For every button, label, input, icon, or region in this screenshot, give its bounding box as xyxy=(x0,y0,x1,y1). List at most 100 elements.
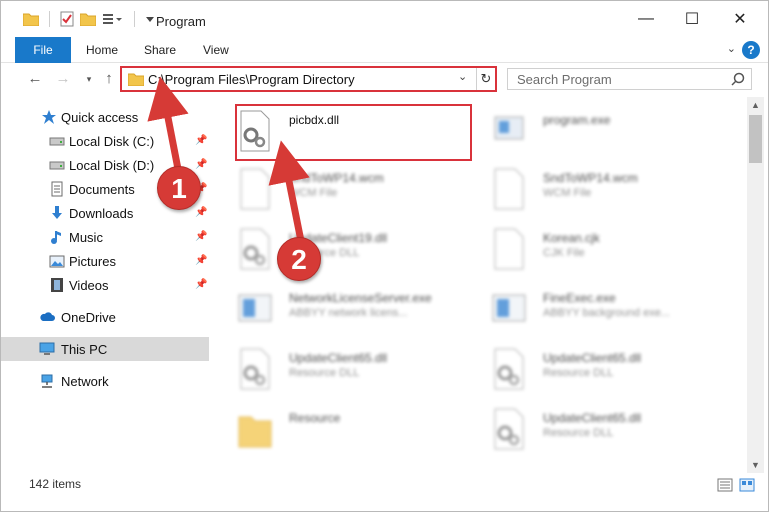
search-placeholder: Search Program xyxy=(517,72,612,87)
sidebar-item-this-pc[interactable]: This PC xyxy=(1,337,209,361)
cloud-icon xyxy=(40,312,55,321)
properties-icon[interactable] xyxy=(60,11,74,27)
list-item-resource-folder[interactable]: Resource xyxy=(219,401,459,455)
pin-icon: 📌 xyxy=(195,207,208,218)
search-input[interactable]: Search Program xyxy=(507,68,752,90)
file-name: Resource xyxy=(289,411,341,425)
blank-file-icon xyxy=(494,168,524,210)
minimize-button[interactable]: — xyxy=(623,1,669,37)
address-bar[interactable]: C:\Program Files\Program Directory ⌄ ↻ xyxy=(120,66,497,92)
list-item-korean-cjk[interactable]: Korean.cjk CJK File xyxy=(473,221,713,275)
computer-icon xyxy=(39,342,55,355)
file-type: Resource DLL xyxy=(289,367,360,379)
sidebar-item-label: OneDrive xyxy=(61,310,116,325)
maximize-icon: ☐ xyxy=(684,11,700,28)
tab-file[interactable]: File xyxy=(15,37,71,63)
file-highlight-box xyxy=(235,104,472,161)
tab-home[interactable]: Home xyxy=(74,37,130,63)
pin-icon: 📌 xyxy=(195,279,208,290)
search-icon[interactable] xyxy=(731,72,745,86)
step-marker-2: 2 xyxy=(277,237,321,281)
list-item-sndtowp14[interactable]: SndToWP14.wcm WCM File xyxy=(219,161,459,215)
help-icon[interactable]: ? xyxy=(742,41,760,59)
close-button[interactable]: ✕ xyxy=(717,1,763,37)
scroll-thumb[interactable] xyxy=(749,115,762,163)
star-icon xyxy=(42,110,56,124)
folder-icon[interactable] xyxy=(23,12,39,26)
documents-icon xyxy=(51,181,63,197)
sidebar-item-pictures[interactable]: Pictures 📌 xyxy=(1,249,209,273)
download-arrow-icon xyxy=(52,206,62,219)
scroll-up-icon[interactable]: ▲ xyxy=(747,97,764,113)
address-path[interactable]: C:\Program Files\Program Directory xyxy=(148,72,355,87)
step-marker-1: 1 xyxy=(157,166,201,210)
sidebar-item-label: Network xyxy=(61,374,109,389)
file-name: UpdateClient65.dll xyxy=(289,351,388,365)
vertical-scrollbar[interactable]: ▲ ▼ xyxy=(747,97,764,473)
file-name: SndToWP14.wcm xyxy=(543,171,638,185)
list-item-fineexec[interactable]: FineExec.exe ABBYY background exe... xyxy=(473,281,713,335)
new-folder-icon[interactable] xyxy=(80,12,96,26)
minimize-icon: — xyxy=(638,10,654,27)
file-type: Resource DLL xyxy=(543,427,614,439)
forward-button[interactable]: → xyxy=(53,69,73,89)
sidebar-item-quick-access[interactable]: Quick access xyxy=(1,105,209,129)
sidebar-item-label: Music xyxy=(69,230,103,245)
folder-icon xyxy=(128,73,144,86)
list-item-updateclient65[interactable]: UpdateClient65.dll Resource DLL xyxy=(219,341,459,395)
sidebar-item-network[interactable]: Network xyxy=(1,369,209,393)
scroll-down-icon[interactable]: ▼ xyxy=(747,457,764,473)
close-icon: ✕ xyxy=(733,11,747,28)
dll-gear-icon xyxy=(240,348,270,390)
tab-view[interactable]: View xyxy=(191,37,241,63)
list-item-updateclient65[interactable]: UpdateClient65.dll Resource DLL xyxy=(473,401,713,455)
sidebar-item-label: Local Disk (D:) xyxy=(69,158,155,173)
sidebar-item-label: This PC xyxy=(61,342,108,357)
expand-ribbon-icon[interactable]: ⌄ xyxy=(727,42,736,55)
sidebar-item-label: Pictures xyxy=(69,254,116,269)
sidebar-item-local-disk-c[interactable]: Local Disk (C:) 📌 xyxy=(1,129,209,153)
window-title: Program xyxy=(156,14,206,29)
sidebar-item-videos[interactable]: Videos 📌 xyxy=(1,273,209,297)
sidebar-item-label: Local Disk (C:) xyxy=(69,134,155,149)
list-item-updateclient19[interactable]: UpdateClient19.dll Resource DLL xyxy=(219,221,459,275)
file-explorer-window: Program — ☐ ✕ File Home Share View ⌄ ? ←… xyxy=(0,0,769,512)
dll-gear-icon xyxy=(494,348,524,390)
list-item-program-exe[interactable]: program.exe xyxy=(473,103,713,157)
exe-icon xyxy=(494,116,524,140)
file-type: WCM File xyxy=(289,187,338,199)
maximize-button[interactable]: ☐ xyxy=(669,1,715,37)
music-note-icon xyxy=(51,231,61,244)
tab-share[interactable]: Share xyxy=(132,37,188,63)
dll-gear-icon xyxy=(240,228,270,270)
tiles-view-icon[interactable] xyxy=(739,477,755,493)
file-type: ABBYY network licens... xyxy=(289,307,408,319)
list-item-updateclient65[interactable]: UpdateClient65.dll Resource DLL xyxy=(473,341,713,395)
file-name: program.exe xyxy=(543,113,611,127)
folder-icon xyxy=(238,416,272,448)
list-item-sndtowp14[interactable]: SndToWP14.wcm WCM File xyxy=(473,161,713,215)
pin-icon: 📌 xyxy=(195,231,208,242)
file-type: Resource DLL xyxy=(543,367,614,379)
list-item-networklicenseserver[interactable]: NetworkLicenseServer.exe ABBYY network l… xyxy=(219,281,459,335)
customize-toolbar-icon[interactable] xyxy=(102,12,124,26)
file-type: ABBYY background exe... xyxy=(543,307,670,319)
app-window-icon xyxy=(492,294,526,322)
chevron-down-icon[interactable]: ⌄ xyxy=(458,70,467,83)
sidebar-item-onedrive[interactable]: OneDrive xyxy=(1,305,209,329)
details-view-icon[interactable] xyxy=(717,477,733,493)
recent-locations-button[interactable]: ▾ xyxy=(79,69,99,89)
quick-access-toolbar xyxy=(23,11,155,27)
network-icon xyxy=(41,374,53,388)
title-bar: Program — ☐ ✕ xyxy=(1,1,768,37)
sidebar-item-music[interactable]: Music 📌 xyxy=(1,225,209,249)
pin-icon: 📌 xyxy=(195,135,208,146)
sidebar-item-label: Documents xyxy=(69,182,135,197)
file-name: UpdateClient65.dll xyxy=(543,411,642,425)
back-button[interactable]: ← xyxy=(25,69,45,89)
refresh-icon[interactable]: ↻ xyxy=(476,68,495,90)
file-type: WCM File xyxy=(543,187,592,199)
up-button[interactable]: ↑ xyxy=(99,69,119,89)
chevron-down-icon[interactable] xyxy=(145,14,155,24)
ribbon-tabs: File Home Share View ⌄ ? xyxy=(1,37,768,63)
